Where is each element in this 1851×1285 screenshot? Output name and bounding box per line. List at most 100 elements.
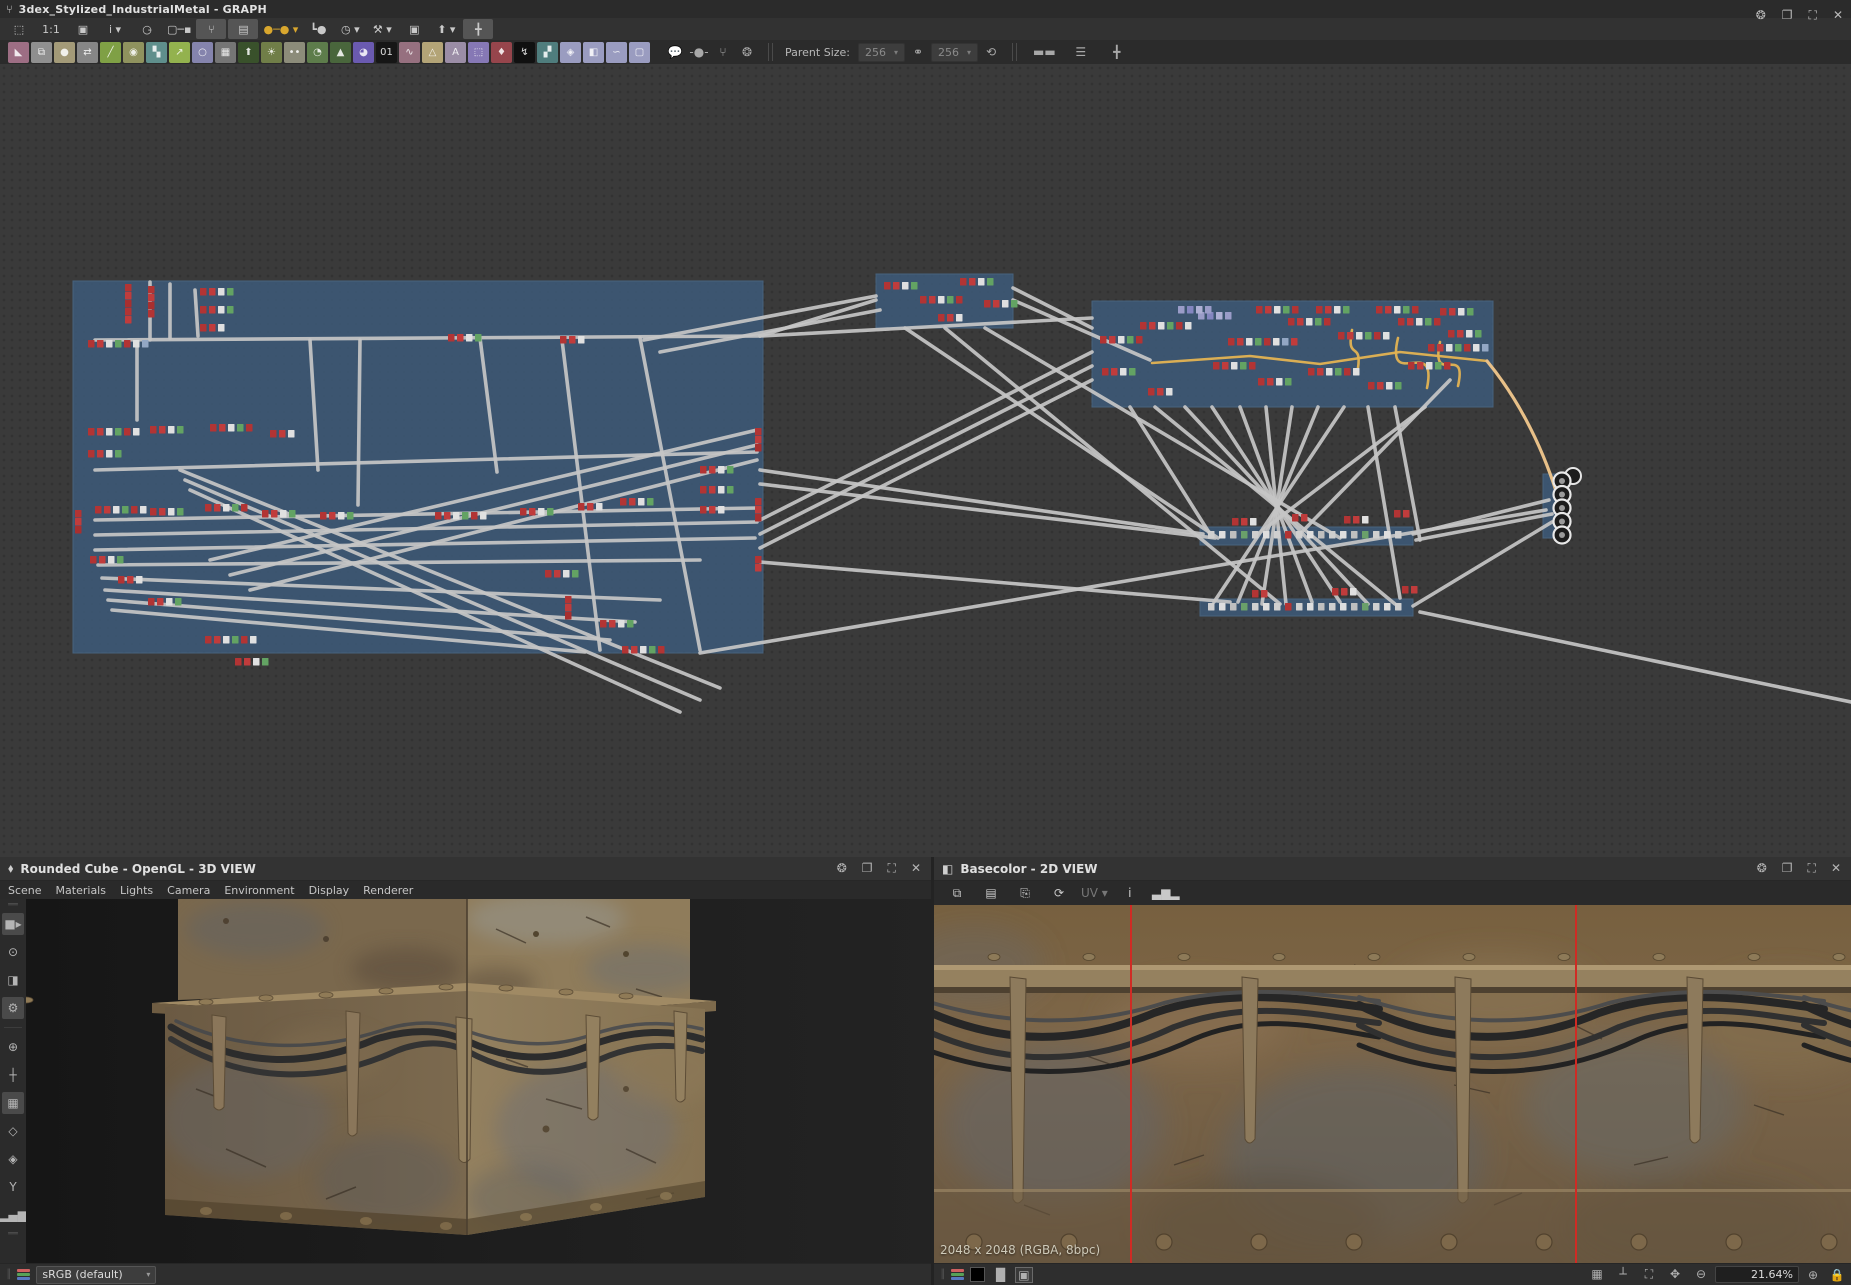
drag-handle-icon[interactable]: ║ (6, 1270, 11, 1280)
monitor-rgb-icon[interactable]: ▣ (1016, 1268, 1032, 1282)
pin-region-icon[interactable]: ┴ (1615, 1267, 1631, 1282)
maximize-icon[interactable]: ⛶ (888, 861, 896, 876)
channels-layers-icon[interactable] (951, 1269, 964, 1280)
close-icon[interactable]: ✕ (1831, 861, 1841, 876)
reload-image-icon[interactable]: ⟳ (1044, 883, 1074, 903)
background-swatch[interactable] (970, 1267, 985, 1282)
save-icon[interactable]: ▤ (976, 883, 1006, 903)
light-bulb-icon[interactable]: ⊙ (2, 941, 24, 963)
info-button[interactable]: i ▾ (100, 19, 130, 39)
colorspace-layers-icon[interactable] (17, 1269, 30, 1280)
dice-cube-icon[interactable]: ▦ (2, 1092, 24, 1114)
pin-icon[interactable]: ❂ (1756, 8, 1766, 23)
menu-camera[interactable]: Camera (167, 884, 222, 897)
clean-button[interactable]: ⬆ ▾ (431, 19, 461, 39)
grayscale-swatch-icon[interactable]: ▐▌ (991, 1268, 1009, 1282)
axes-icon[interactable]: ┼ (2, 1064, 24, 1086)
link-nodes-button[interactable]: ▢─▪ (164, 19, 194, 39)
parent-size-width-select[interactable]: 256▾ (858, 43, 905, 62)
zoom-level-field[interactable]: 21.64% (1715, 1266, 1799, 1283)
frame-select-button[interactable]: ⬚ (4, 19, 34, 39)
search-button[interactable]: ○̵ (132, 19, 162, 39)
environment-image-icon[interactable]: ◨ (2, 969, 24, 991)
shape-node[interactable]: ○ (192, 42, 213, 63)
chain-node[interactable]: •• (284, 42, 305, 63)
wire-sphere-icon[interactable]: ⊕ (2, 1036, 24, 1058)
drag-handle-icon[interactable]: ║ (940, 1270, 945, 1280)
maximize-icon[interactable]: ⛶ (1808, 861, 1816, 876)
curve-points-node[interactable]: ∿ (399, 42, 420, 63)
warning-triangle-node[interactable]: △ (422, 42, 443, 63)
share-graph-icon[interactable]: ⑂ (712, 45, 734, 59)
close-icon[interactable]: ✕ (1833, 8, 1843, 23)
bitmap-node[interactable]: ◣ (8, 42, 29, 63)
blur-node[interactable]: ● (54, 42, 75, 63)
gradient-map-node[interactable]: ◕ (353, 42, 374, 63)
portal-node[interactable]: ◧ (583, 42, 604, 63)
dot-connector-button[interactable]: ●─● ▾ (260, 19, 301, 39)
float-window-icon[interactable]: ❐ (862, 861, 873, 876)
comment-bubble-icon[interactable]: 💬 (664, 45, 686, 59)
height-extrude-node[interactable]: ⬆ (238, 42, 259, 63)
uv-select[interactable]: UV ▾ (1078, 883, 1111, 903)
graph-canvas[interactable] (0, 64, 1851, 857)
blend-node[interactable]: ⧉ (31, 42, 52, 63)
zoom-in-icon[interactable]: ⊕ (1805, 1268, 1821, 1282)
menu-renderer[interactable]: Renderer (363, 884, 425, 897)
strip-drag-handle[interactable]: ══ (8, 1232, 18, 1236)
menu-materials[interactable]: Materials (56, 884, 118, 897)
light-node[interactable]: ☀ (261, 42, 282, 63)
wrench-button[interactable]: ⚒ ▾ (367, 19, 397, 39)
pin-icon[interactable]: ❂ (1757, 861, 1767, 876)
screenshot-button[interactable]: ▣ (68, 19, 98, 39)
transform-node[interactable]: ↗ (169, 42, 190, 63)
lock-icon[interactable]: 🔒 (1829, 1268, 1845, 1282)
view2d-header[interactable]: ◧ Basecolor - 2D VIEW ❂❐⛶✕ (934, 857, 1851, 881)
align-snap-icon[interactable]: ╋ (1106, 45, 1128, 59)
plane-icon[interactable]: ◈ (2, 1148, 24, 1170)
tile-sampler-node[interactable]: ▦ (215, 42, 236, 63)
pin-node-icon[interactable]: ❂ (736, 45, 758, 59)
maximize-icon[interactable]: ⛶ (1809, 8, 1817, 23)
text-node[interactable]: A (445, 42, 466, 63)
menu-display[interactable]: Display (309, 884, 362, 897)
view3d-header[interactable]: ⬧ Rounded Cube - OpenGL - 3D VIEW ❂❐⛶✕ (0, 857, 931, 881)
bit-switch-node[interactable]: ↯ (514, 42, 535, 63)
tile-grid-icon[interactable]: ▦ (1589, 1267, 1605, 1282)
gear-icon[interactable]: ⚙ (2, 997, 24, 1019)
directional-warp-node[interactable]: ⇄ (77, 42, 98, 63)
float-window-icon[interactable]: ❐ (1782, 861, 1793, 876)
histogram-icon[interactable]: ▃▆▂ (1149, 883, 1183, 903)
curve-node[interactable]: ╱ (100, 42, 121, 63)
frame-node[interactable]: ▢ (629, 42, 650, 63)
camera-icon[interactable]: ■▸ (2, 913, 24, 935)
material-preview-button[interactable]: ▣ (399, 19, 429, 39)
fan-icon[interactable]: Y (2, 1176, 24, 1198)
menu-scene[interactable]: Scene (8, 884, 54, 897)
colorspace-select[interactable]: sRGB (default)▾ (36, 1266, 156, 1284)
curve-box-node[interactable]: ∽ (606, 42, 627, 63)
dot-node-icon[interactable]: -●- (688, 45, 710, 59)
crop-select-node[interactable]: ⬚ (468, 42, 489, 63)
fractal-2-node[interactable]: ▞ (537, 42, 558, 63)
graph-view-button[interactable]: ⑂ (196, 19, 226, 39)
sharpen-node[interactable]: ◉ (123, 42, 144, 63)
node-stack-icon[interactable]: ☰ (1070, 45, 1092, 59)
zoom-out-icon[interactable]: ⊖ (1693, 1267, 1709, 1282)
link-icon[interactable]: ⚭ (907, 45, 929, 59)
info-icon[interactable]: i (1115, 883, 1145, 903)
parent-size-height-select[interactable]: 256▾ (931, 43, 978, 62)
distance-node[interactable]: ♦ (491, 42, 512, 63)
export-image-icon[interactable]: ⧉ (942, 883, 972, 903)
cube-vertices-icon[interactable]: ◇ (2, 1120, 24, 1142)
paste-icon[interactable]: ⎘ (1010, 883, 1040, 903)
view3d-viewport[interactable] (26, 899, 931, 1263)
close-icon[interactable]: ✕ (911, 861, 921, 876)
reset-icon[interactable]: ⟲ (980, 45, 1002, 59)
view2d-viewport[interactable]: 2048 x 2048 (RGBA, 8bpc) (934, 905, 1851, 1263)
fractal-sum-node[interactable]: ▚ (146, 42, 167, 63)
histogram-icon[interactable]: ▂▄▆ (2, 1204, 24, 1226)
menu-lights[interactable]: Lights (120, 884, 165, 897)
menu-environment[interactable]: Environment (224, 884, 306, 897)
sphere-shape-node[interactable]: ◔ (307, 42, 328, 63)
